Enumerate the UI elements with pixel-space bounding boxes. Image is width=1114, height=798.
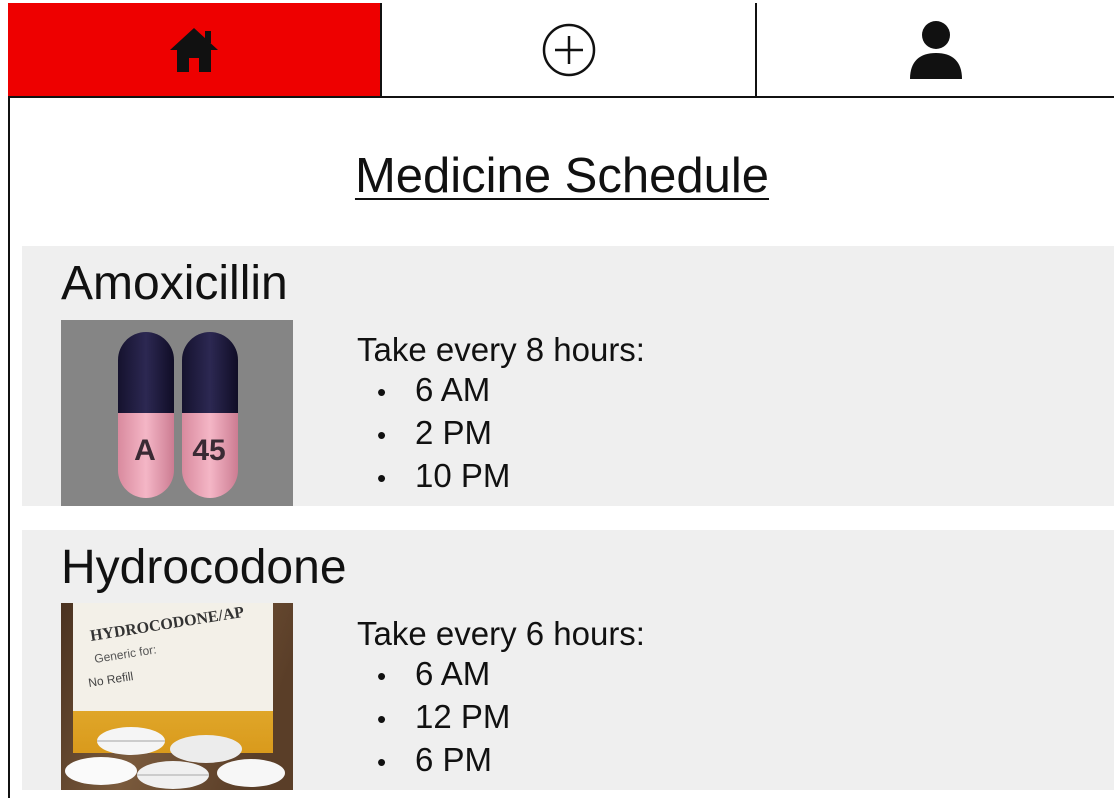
- dose-time: • 6 PM: [377, 741, 493, 778]
- dose-time: • 10 PM: [377, 457, 511, 494]
- dose-time: • 12 PM: [377, 698, 511, 735]
- medicine-name: Hydrocodone: [61, 541, 347, 594]
- capsule-image: A 45: [118, 332, 238, 498]
- tab-home[interactable]: [8, 3, 382, 96]
- medicine-name: Amoxicillin: [61, 257, 288, 310]
- dose-time-list: • 6 AM • 12 PM • 6 PM: [377, 652, 510, 781]
- pill-bottle-photo: HYDROCODONE/AP Generic for: No Refill: [61, 603, 293, 790]
- medicine-card-hydrocodone[interactable]: Hydrocodone HYDROCODONE/AP Generic for: …: [22, 530, 1114, 790]
- dose-frequency: Take every 6 hours:: [357, 615, 645, 652]
- page-title: Medicine Schedule: [354, 149, 770, 203]
- pill-imprint-right: 45: [192, 434, 225, 467]
- dose-time: • 6 AM: [377, 371, 491, 408]
- top-nav: [8, 3, 1114, 98]
- pill-imprint-left: A: [134, 434, 156, 467]
- user-icon: [909, 20, 962, 79]
- tab-profile[interactable]: [757, 3, 1114, 96]
- tab-add[interactable]: [382, 3, 757, 96]
- pill-bottle-image: HYDROCODONE/AP Generic for: No Refill: [61, 603, 293, 790]
- dose-frequency: Take every 8 hours:: [357, 331, 645, 368]
- dose-time: • 6 AM: [377, 655, 491, 692]
- dose-time: • 2 PM: [377, 414, 493, 451]
- plus-circle-icon: [542, 23, 595, 76]
- medicine-card-amoxicillin[interactable]: Amoxicillin A 45 Take every 8 hours: • 6 …: [22, 246, 1114, 506]
- dose-time-list: • 6 AM • 2 PM • 10 PM: [377, 368, 510, 497]
- pill-photo: A 45: [61, 320, 293, 506]
- home-icon: [170, 27, 218, 72]
